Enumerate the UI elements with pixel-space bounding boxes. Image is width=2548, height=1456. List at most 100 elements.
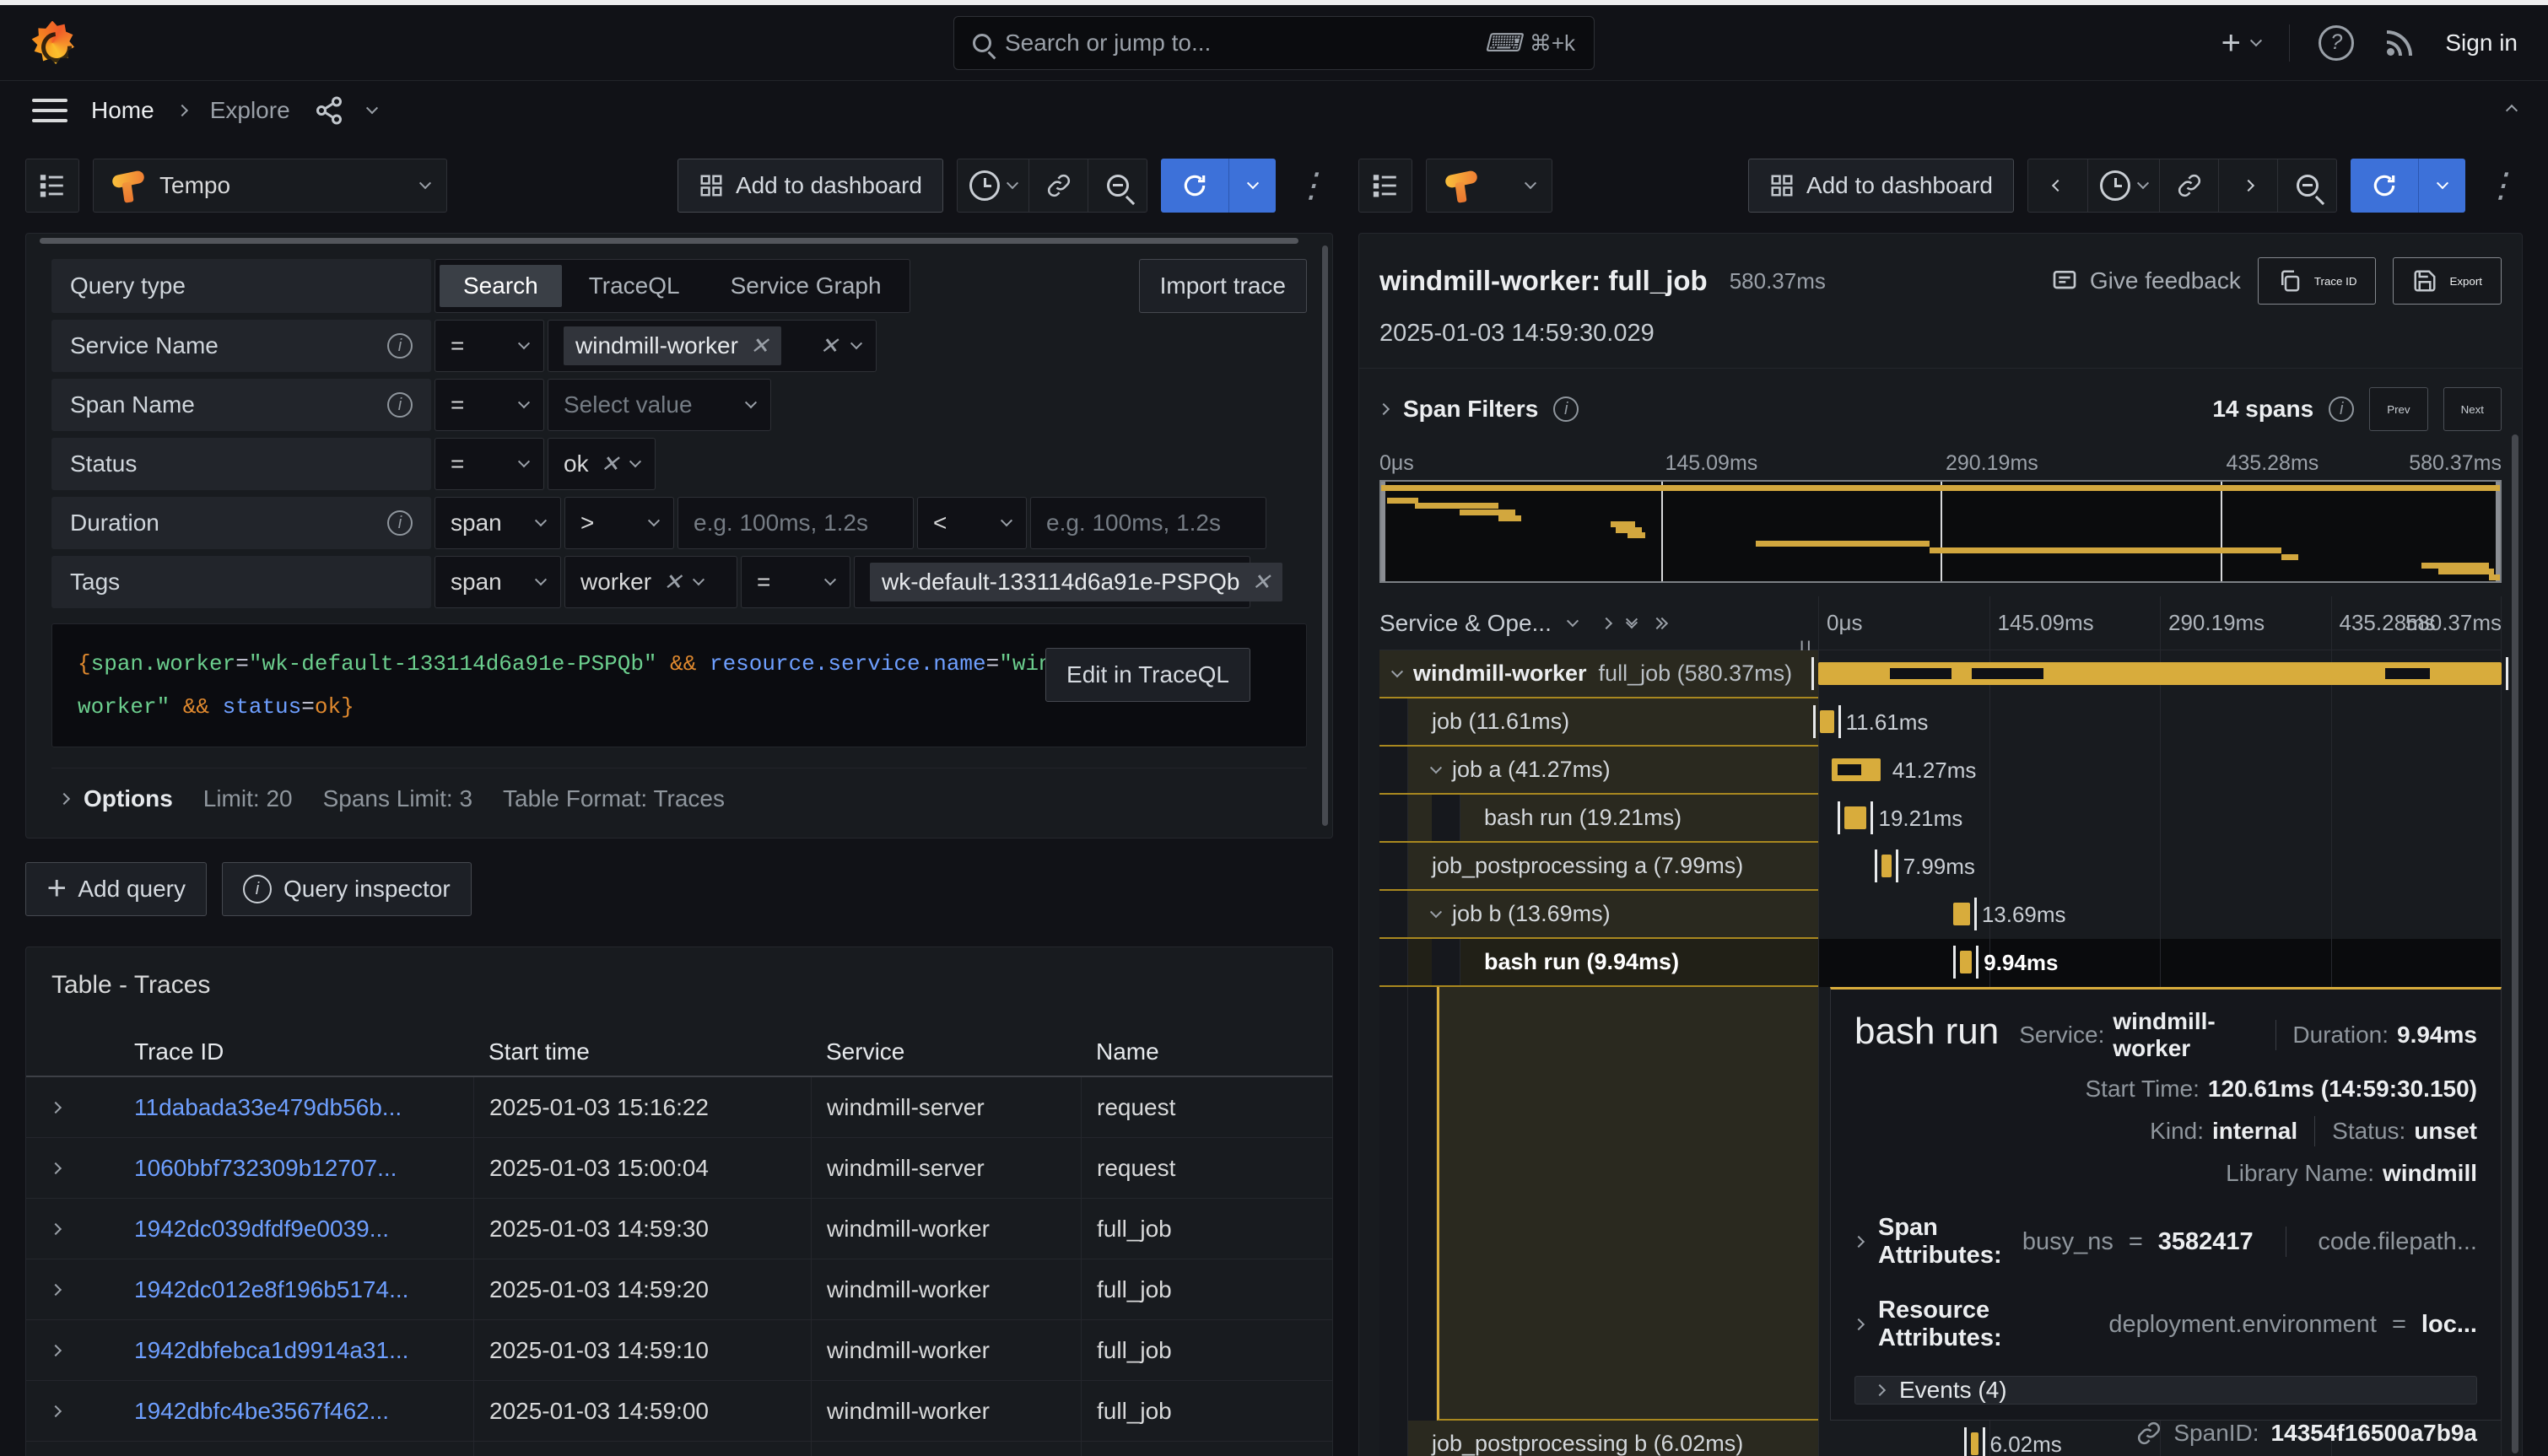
time-picker-button[interactable] xyxy=(2087,159,2159,212)
run-query-button[interactable] xyxy=(1161,159,1276,213)
collapse-all-icon[interactable] xyxy=(1653,619,1666,628)
span-name-value-select[interactable]: Select value xyxy=(548,379,771,431)
duration-scope-select[interactable]: span xyxy=(435,497,561,549)
span-bar[interactable] xyxy=(1820,710,1833,733)
expand-row-icon[interactable] xyxy=(50,1284,62,1296)
tags-value-select[interactable]: wk-default-133114d6a91e-PSPQb xyxy=(854,556,1250,608)
expand-row-icon[interactable] xyxy=(50,1223,62,1235)
expand-all-icon[interactable] xyxy=(1628,617,1636,629)
clear-icon[interactable] xyxy=(819,335,839,358)
content-outline-button[interactable] xyxy=(25,159,79,213)
chevron-down-icon[interactable] xyxy=(1567,615,1579,627)
kebab-menu-icon[interactable] xyxy=(2479,169,2523,202)
kebab-menu-icon[interactable] xyxy=(1289,169,1333,202)
span-bar[interactable] xyxy=(1960,951,1972,973)
menu-toggle-icon[interactable] xyxy=(32,99,67,122)
span-filters-label[interactable]: Span Filters xyxy=(1403,396,1538,423)
add-query-button[interactable]: Add query xyxy=(25,862,207,916)
table-row[interactable]: 1060bbf732309b12707... 2025-01-03 15:00:… xyxy=(26,1138,1332,1199)
tab-traceql[interactable]: TraceQL xyxy=(565,265,704,307)
content-outline-button[interactable] xyxy=(1358,159,1412,213)
chevron-down-icon[interactable] xyxy=(1430,906,1442,918)
tags-value-chip[interactable]: wk-default-133114d6a91e-PSPQb xyxy=(870,563,1282,601)
col-start-time[interactable]: Start time xyxy=(473,1038,811,1065)
expand-row-icon[interactable] xyxy=(50,1162,62,1174)
trace-minimap[interactable] xyxy=(1379,480,2502,583)
share-icon[interactable] xyxy=(314,95,344,126)
grafana-logo[interactable] xyxy=(30,21,74,65)
trace-id-link[interactable]: 1942dc039dfdf9e0039... xyxy=(134,1216,389,1243)
info-icon[interactable] xyxy=(387,392,413,418)
search-input[interactable] xyxy=(1005,30,1471,57)
service-name-chip[interactable]: windmill-worker xyxy=(564,326,781,365)
trace-id-button[interactable]: Trace ID xyxy=(2258,257,2377,305)
trace-id-link[interactable]: 1942dbfc4be3567f462... xyxy=(134,1398,389,1425)
chevron-down-icon[interactable] xyxy=(366,102,378,114)
chevron-down-icon[interactable] xyxy=(1391,666,1403,677)
span-name-operator-select[interactable]: = xyxy=(435,379,544,431)
remove-icon[interactable] xyxy=(1251,571,1271,594)
zoom-out-button[interactable] xyxy=(2277,159,2336,212)
events-section[interactable]: Events (4) xyxy=(1854,1376,2477,1405)
tags-scope-select[interactable]: span xyxy=(435,556,561,608)
prev-button[interactable]: Prev xyxy=(2369,387,2427,431)
query-inspector-button[interactable]: Query inspector xyxy=(222,862,472,916)
duration-min-input[interactable] xyxy=(677,497,914,549)
horizontal-scrollbar[interactable] xyxy=(40,238,1298,244)
table-row[interactable]: 1942dbfebca1d9914a31... 2025-01-03 14:59… xyxy=(26,1320,1332,1381)
tags-operator-select[interactable]: = xyxy=(741,556,850,608)
duration-lt-select[interactable]: < xyxy=(917,497,1027,549)
datasource-picker[interactable]: Tempo xyxy=(93,159,447,213)
tags-key-select[interactable]: worker xyxy=(564,556,737,608)
status-operator-select[interactable]: = xyxy=(435,438,544,490)
sign-in-link[interactable]: Sign in xyxy=(2445,30,2518,57)
collapse-one-icon[interactable] xyxy=(1601,617,1612,628)
span-bar[interactable] xyxy=(1832,758,1881,781)
link-icon[interactable] xyxy=(2136,1421,2162,1446)
duration-max-input[interactable] xyxy=(1030,497,1266,549)
options-toggle[interactable]: Options xyxy=(60,785,173,812)
span-row[interactable]: job_postprocessing a (7.99ms) 7.99ms xyxy=(1379,843,2502,891)
datasource-picker[interactable] xyxy=(1426,159,1552,213)
span-row[interactable]: windmill-workerfull_job (580.37ms) xyxy=(1379,650,2502,698)
export-button[interactable]: Export xyxy=(2393,257,2502,305)
trace-id-link[interactable]: 1060bbf732309b12707... xyxy=(134,1155,397,1182)
add-to-dashboard-button[interactable]: Add to dashboard xyxy=(677,159,943,213)
col-name[interactable]: Name xyxy=(1081,1038,1307,1065)
sync-times-button[interactable] xyxy=(1028,159,1088,212)
status-value-select[interactable]: ok xyxy=(548,438,656,490)
import-trace-button[interactable]: Import trace xyxy=(1139,259,1307,313)
table-row[interactable]: 1942dbfc4be3567f462... 2025-01-03 14:59:… xyxy=(26,1381,1332,1442)
service-name-operator-select[interactable]: = xyxy=(435,320,544,372)
remove-icon[interactable] xyxy=(601,453,620,476)
trace-scrollbar[interactable] xyxy=(2512,434,2518,1453)
span-bar[interactable] xyxy=(1818,662,2502,685)
sync-times-button[interactable] xyxy=(2159,159,2218,212)
span-bar[interactable] xyxy=(1881,855,1891,877)
expand-row-icon[interactable] xyxy=(50,1102,62,1114)
span-bar[interactable] xyxy=(1844,806,1867,829)
service-name-value-select[interactable]: windmill-worker xyxy=(548,320,877,372)
give-feedback-link[interactable]: Give feedback xyxy=(2051,267,2241,294)
news-icon[interactable] xyxy=(2383,26,2416,60)
col-trace-id[interactable]: Trace ID xyxy=(119,1038,473,1065)
chevron-right-icon[interactable] xyxy=(1378,403,1390,415)
table-row[interactable]: 1942dc012e8f196b5174... 2025-01-03 14:59… xyxy=(26,1259,1332,1320)
vertical-scrollbar[interactable] xyxy=(1322,245,1328,826)
breadcrumb-home[interactable]: Home xyxy=(91,97,154,124)
info-icon[interactable] xyxy=(387,510,413,536)
trace-id-link[interactable]: 1942dbfebca1d9914a31... xyxy=(134,1337,408,1364)
info-icon[interactable] xyxy=(1553,396,1579,422)
add-to-dashboard-button[interactable]: Add to dashboard xyxy=(1748,159,2014,213)
col-service[interactable]: Service xyxy=(811,1038,1081,1065)
span-row[interactable]: job b (13.69ms) 13.69ms xyxy=(1379,891,2502,939)
expand-row-icon[interactable] xyxy=(50,1345,62,1356)
zoom-out-button[interactable] xyxy=(1088,159,1147,212)
collapse-chevron-up-icon[interactable] xyxy=(2506,105,2518,116)
table-row[interactable]: 1942dbf9d9fa6108d0d1... 2025-01-03 14:58… xyxy=(26,1442,1332,1456)
tab-service-graph[interactable]: Service Graph xyxy=(707,265,905,307)
edit-in-traceql-button[interactable]: Edit in TraceQL xyxy=(1045,648,1250,702)
tab-search[interactable]: Search xyxy=(440,265,562,307)
span-row[interactable]: bash run (19.21ms) 19.21ms xyxy=(1379,795,2502,843)
table-row[interactable]: 1942dc039dfdf9e0039... 2025-01-03 14:59:… xyxy=(26,1199,1332,1259)
